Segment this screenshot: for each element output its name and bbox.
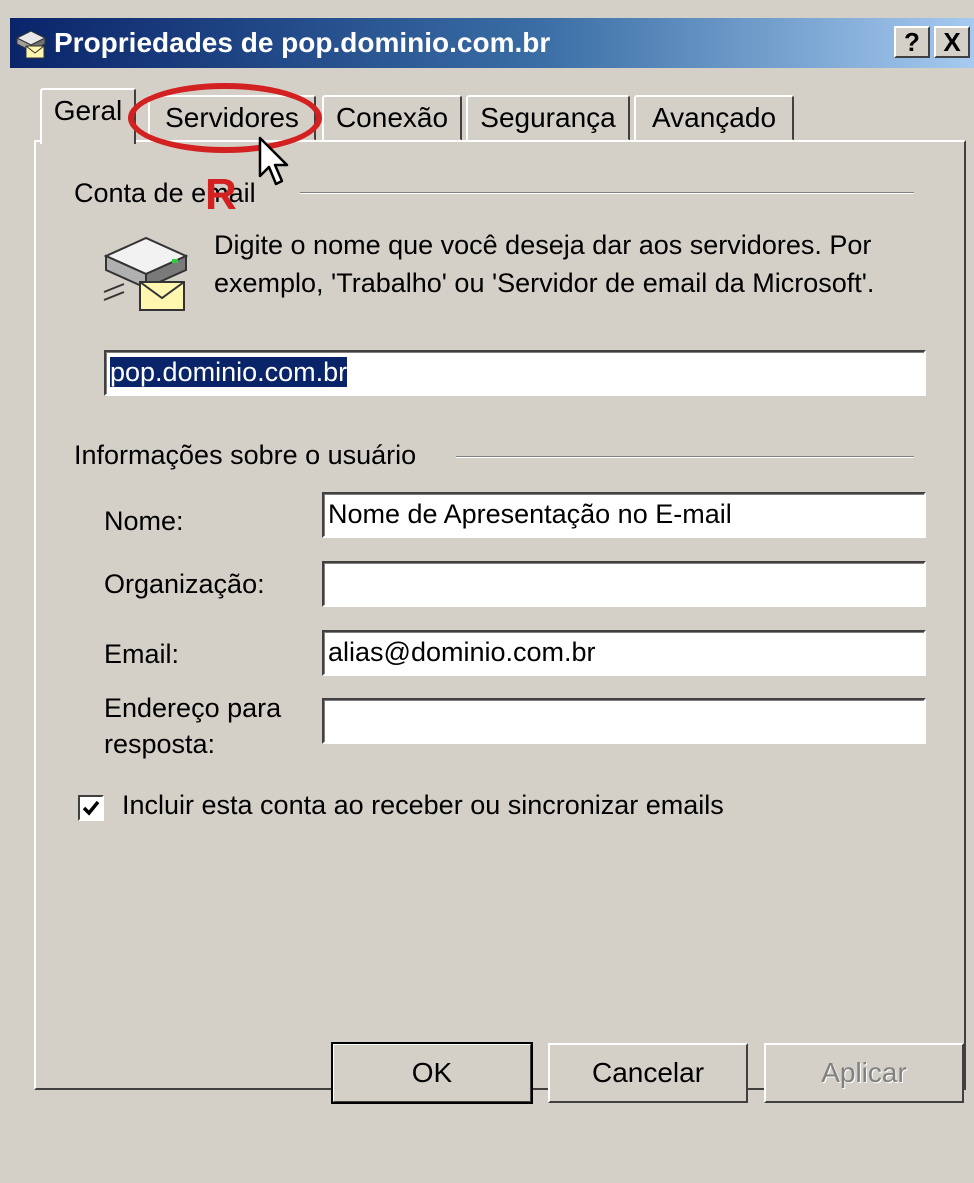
account-name-input[interactable]: pop.dominio.com.br xyxy=(104,350,926,396)
tab-seguranca[interactable]: Segurança xyxy=(466,95,630,141)
email-label: Email: xyxy=(104,639,180,669)
checkmark-icon xyxy=(82,800,100,816)
reply-address-label-line1: Endereço para xyxy=(104,693,282,723)
user-info-group-label: Informações sobre o usuário xyxy=(74,440,417,470)
reply-address-label-line2: resposta: xyxy=(104,729,216,759)
annotation-highlight-ellipse xyxy=(128,83,322,153)
email-input[interactable]: alias@dominio.com.br xyxy=(322,630,926,676)
account-name-value: pop.dominio.com.br xyxy=(110,357,348,387)
mail-server-icon xyxy=(103,236,189,311)
title-bar: Propriedades de pop.dominio.com.br ? X xyxy=(10,18,974,68)
include-account-checkbox[interactable] xyxy=(78,795,104,821)
tab-geral[interactable]: Geral xyxy=(40,88,136,144)
ok-button[interactable]: OK xyxy=(331,1042,533,1104)
account-description: Digite o nome que você deseja dar aos se… xyxy=(214,230,875,298)
include-account-label: Incluir esta conta ao receber ou sincron… xyxy=(122,790,724,820)
name-label: Nome: xyxy=(104,506,184,536)
account-group-divider xyxy=(300,192,914,194)
tab-avancado[interactable]: Avançado xyxy=(634,95,794,141)
mail-server-icon xyxy=(15,30,47,59)
help-button[interactable]: ? xyxy=(894,26,930,58)
annotation-letter: R xyxy=(205,170,237,219)
cancel-button[interactable]: Cancelar xyxy=(548,1043,748,1103)
user-info-group-divider xyxy=(456,456,914,458)
tab-conexao[interactable]: Conexão xyxy=(322,95,462,141)
window-title: Propriedades de pop.dominio.com.br xyxy=(54,27,551,58)
name-input[interactable]: Nome de Apresentação no E-mail xyxy=(322,492,926,538)
organization-label: Organização: xyxy=(104,569,265,599)
reply-address-input[interactable] xyxy=(322,698,926,744)
mouse-pointer-icon xyxy=(258,136,289,186)
close-button[interactable]: X xyxy=(934,26,970,58)
organization-input[interactable] xyxy=(322,561,926,607)
apply-button[interactable]: Aplicar xyxy=(764,1043,964,1103)
